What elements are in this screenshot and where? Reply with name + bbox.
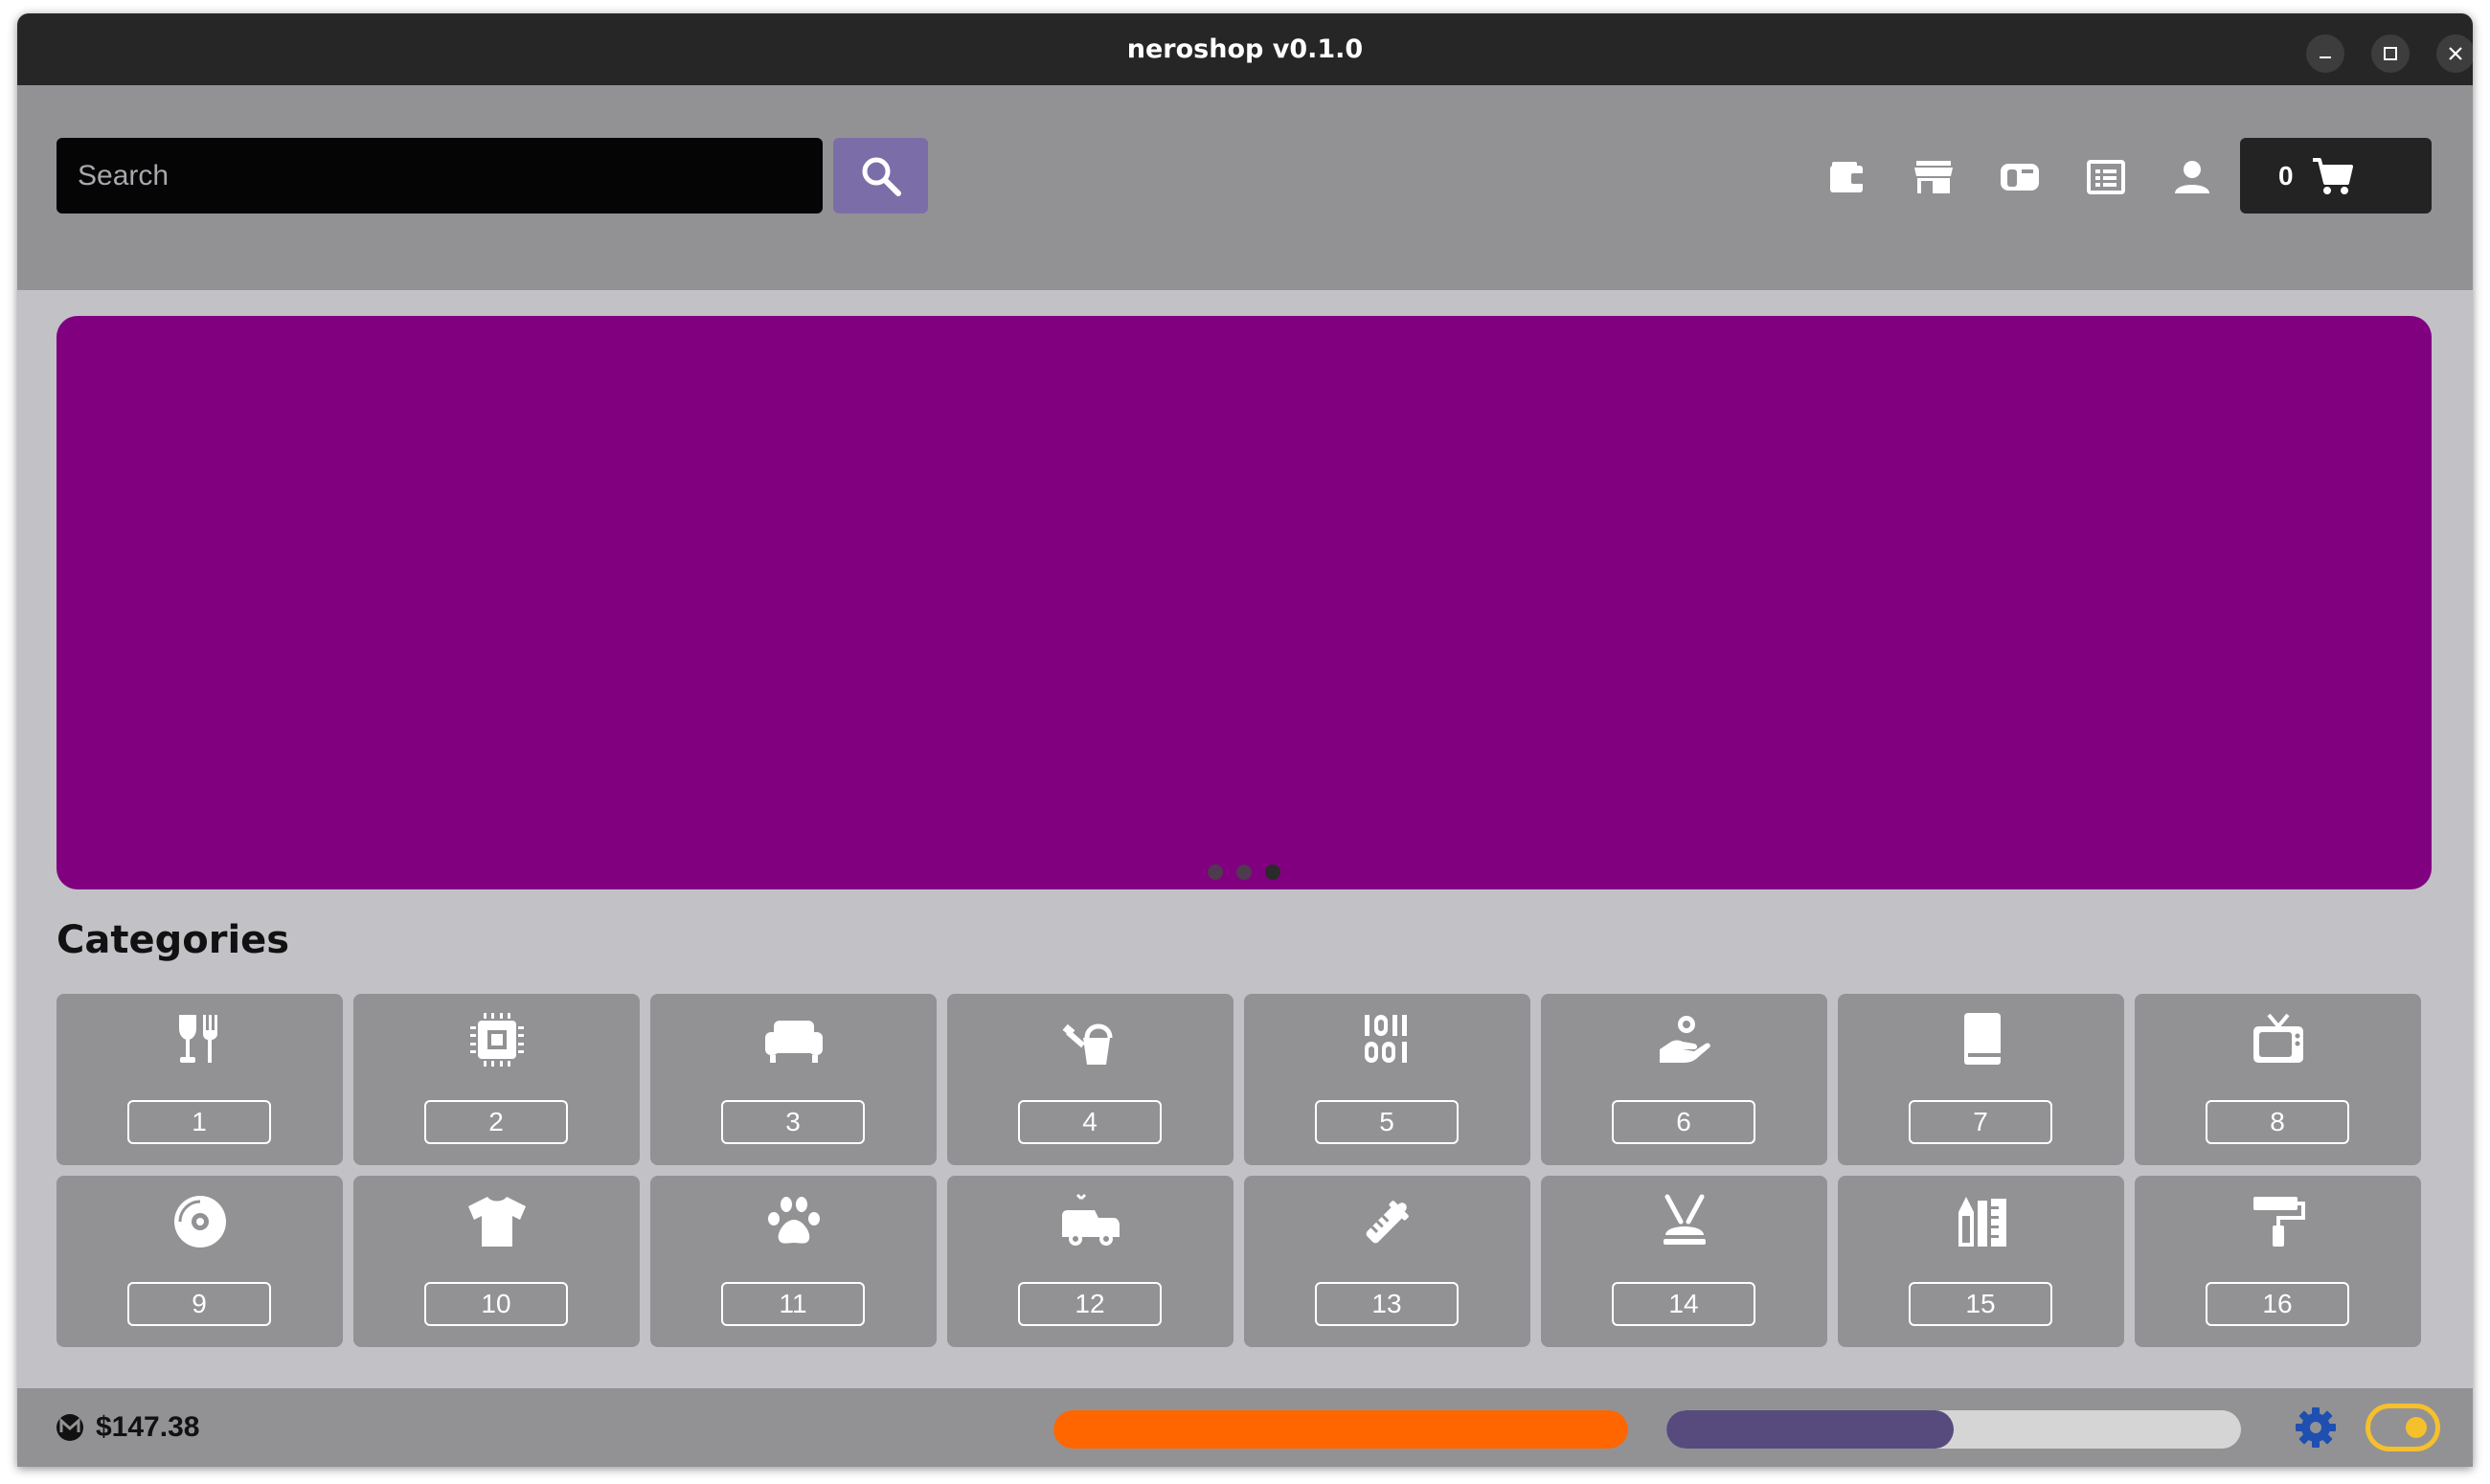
- category-card[interactable]: 15: [1838, 1176, 2124, 1347]
- app-window: neroshop v0.1.0 Search 0 Categories 1 2 …: [17, 13, 2473, 1467]
- search-icon: [862, 157, 901, 196]
- category-card[interactable]: 2: [353, 994, 640, 1165]
- search-button[interactable]: [833, 138, 928, 214]
- cart-button[interactable]: 0: [2240, 138, 2432, 214]
- beauty-icon: [1663, 1194, 1706, 1245]
- settings-button[interactable]: [2293, 1405, 2339, 1450]
- carousel-dot[interactable]: [1236, 865, 1252, 880]
- daemon-progress-fill: [1666, 1410, 1954, 1449]
- category-label: 10: [424, 1282, 568, 1326]
- carousel-dot-active[interactable]: [1265, 865, 1280, 880]
- sync-progress-bar: [1053, 1410, 1628, 1449]
- minimize-button[interactable]: [2306, 34, 2344, 73]
- digital-binary-icon: [1364, 1015, 1407, 1063]
- category-label: 3: [721, 1100, 865, 1144]
- food-drink-icon: [178, 1015, 217, 1063]
- inbox-icon: [2001, 164, 2039, 191]
- sync-progress-fill: [1053, 1410, 1628, 1449]
- category-card[interactable]: 12: [947, 1176, 1234, 1347]
- carousel-dot[interactable]: [1208, 865, 1223, 880]
- minimize-icon: [2320, 56, 2331, 58]
- category-label: 5: [1315, 1100, 1459, 1144]
- furniture-sofa-icon: [764, 1021, 823, 1063]
- category-label: 6: [1612, 1100, 1755, 1144]
- wallet-balance: $147.38: [56, 1388, 199, 1467]
- category-label: 12: [1018, 1282, 1162, 1326]
- category-card[interactable]: 3: [650, 994, 937, 1165]
- category-label: 13: [1315, 1282, 1459, 1326]
- orders-button[interactable]: [2081, 154, 2131, 200]
- category-card[interactable]: 4: [947, 994, 1234, 1165]
- search-input[interactable]: [76, 158, 823, 193]
- category-card[interactable]: 11: [650, 1176, 937, 1347]
- category-card[interactable]: 8: [2135, 994, 2421, 1165]
- category-card[interactable]: 6: [1541, 994, 1827, 1165]
- category-label: 1: [127, 1100, 271, 1144]
- store-icon: [1914, 161, 1953, 193]
- toys-car-icon: [1061, 1193, 1120, 1246]
- gear-icon: [2296, 1407, 2336, 1448]
- books-icon: [1963, 1013, 2001, 1065]
- category-label: 14: [1612, 1282, 1755, 1326]
- account-button[interactable]: [2167, 154, 2217, 200]
- category-label: 7: [1909, 1100, 2052, 1144]
- wallet-icon: [1830, 162, 1865, 192]
- category-card[interactable]: 14: [1541, 1176, 1827, 1347]
- user-icon: [2175, 161, 2209, 193]
- carousel-indicator: [57, 865, 2432, 880]
- category-card[interactable]: 7: [1838, 994, 2124, 1165]
- category-label: 11: [721, 1282, 865, 1326]
- services-hand-icon: [1659, 1016, 1710, 1063]
- status-bar: $147.38: [17, 1388, 2473, 1467]
- close-icon: [2449, 47, 2462, 60]
- maximize-button[interactable]: [2371, 34, 2410, 73]
- maximize-icon: [2384, 47, 2397, 60]
- wallet-button[interactable]: [1822, 154, 1872, 200]
- balance-amount: $147.38: [96, 1411, 200, 1443]
- header-bar: 0: [17, 85, 2473, 290]
- monero-icon: [57, 1414, 83, 1441]
- category-label: 4: [1018, 1100, 1162, 1144]
- title-bar: neroshop v0.1.0: [17, 13, 2473, 85]
- garden-watering-can-icon: [1062, 1023, 1112, 1065]
- category-card[interactable]: 5: [1244, 994, 1530, 1165]
- search-field[interactable]: [57, 138, 823, 214]
- pets-paw-icon: [767, 1197, 820, 1244]
- category-label: 9: [127, 1282, 271, 1326]
- music-disc-icon: [173, 1196, 226, 1248]
- toggle-knob: [2406, 1417, 2427, 1438]
- category-label: 2: [424, 1100, 568, 1144]
- window-title: neroshop v0.1.0: [1126, 34, 1364, 64]
- category-card[interactable]: 13: [1244, 1176, 1530, 1347]
- category-label: 8: [2206, 1100, 2349, 1144]
- orders-icon: [2087, 160, 2125, 194]
- category-card[interactable]: 10: [353, 1176, 640, 1347]
- baby-bottle-icon: [1366, 1201, 1409, 1244]
- store-button[interactable]: [1909, 154, 1958, 200]
- category-grid: 1 2 3 4 5 6 7 8 9 10 11 12 13 14 15 16: [57, 994, 2422, 1347]
- promo-banner[interactable]: [57, 316, 2432, 889]
- theme-toggle[interactable]: [2366, 1404, 2440, 1451]
- office-supplies-icon: [1958, 1197, 2006, 1247]
- electronics-chip-icon: [469, 1013, 524, 1067]
- close-button[interactable]: [2436, 34, 2473, 73]
- tv-icon: [2252, 1013, 2303, 1063]
- cart-count: 0: [2278, 160, 2294, 191]
- categories-heading: Categories: [57, 918, 290, 962]
- category-card[interactable]: 16: [2135, 1176, 2421, 1347]
- daemon-progress-bar: [1666, 1410, 2241, 1449]
- clothing-tshirt-icon: [467, 1197, 526, 1247]
- category-card[interactable]: 9: [57, 1176, 343, 1347]
- inbox-button[interactable]: [1995, 154, 2045, 200]
- category-card[interactable]: 1: [57, 994, 343, 1165]
- category-label: 16: [2206, 1282, 2349, 1326]
- cart-icon: [2312, 157, 2353, 194]
- category-label: 15: [1909, 1282, 2052, 1326]
- home-improvement-paint-roller-icon: [2252, 1197, 2305, 1247]
